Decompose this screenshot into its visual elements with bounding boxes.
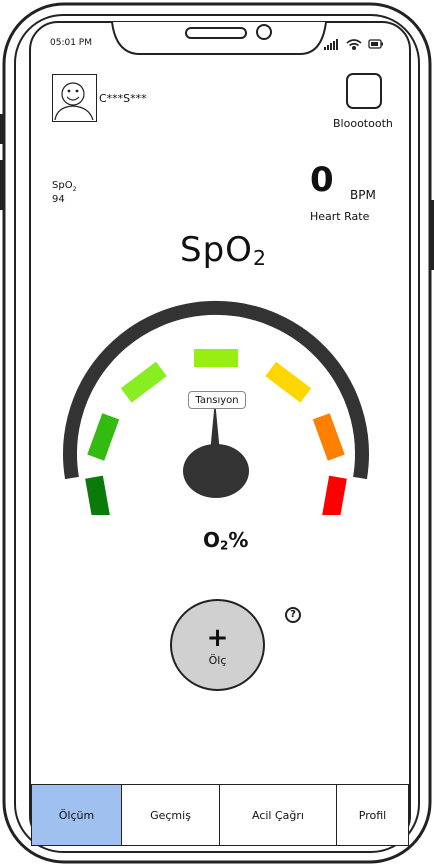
gauge-needle [183,400,249,498]
bluetooth-label: Bloootooth [333,117,393,130]
heart-rate-label: Heart Rate [310,210,370,223]
battery-icon [368,39,383,49]
status-icons [324,39,383,51]
avatar-face-icon [54,82,94,121]
measure-label: Ölç [208,654,227,667]
gauge-segment [321,475,347,515]
avatar[interactable] [52,74,97,122]
spo2-summary-label: SpO2 [52,180,77,193]
tab-gecmis[interactable]: Geçmiş [122,785,220,845]
gauge-segment [85,475,111,515]
page-title: SpO2 [180,230,267,271]
tab-profil[interactable]: Profil [337,785,408,845]
tab-acil-cagri[interactable]: Acil Çağrı [220,785,337,845]
gauge-segment [194,349,238,367]
tab-olcum[interactable]: Ölçüm [32,785,122,845]
gauge-segment [265,361,312,403]
heart-rate-unit: BPM [350,188,376,202]
measure-button[interactable]: + Ölç [170,599,265,691]
spo2-summary-value: 94 [52,194,65,205]
heart-rate-value: 0 [310,160,334,200]
gauge-segment [87,413,120,461]
gauge-segment [312,413,345,461]
bluetooth-button[interactable] [346,73,382,109]
wifi-icon [346,39,362,51]
plus-icon: + [206,623,229,653]
help-icon[interactable]: ? [285,607,301,623]
spo2-reading: O2% [203,528,249,553]
gauge-segment [120,361,167,403]
bottom-tab-bar: Ölçüm Geçmiş Acil Çağrı Profil [31,784,409,846]
status-time: 05:01 PM [50,38,92,48]
user-name: C***S*** [99,92,147,105]
signal-icon [324,39,338,50]
needle-label: Tansıyon [188,391,246,409]
